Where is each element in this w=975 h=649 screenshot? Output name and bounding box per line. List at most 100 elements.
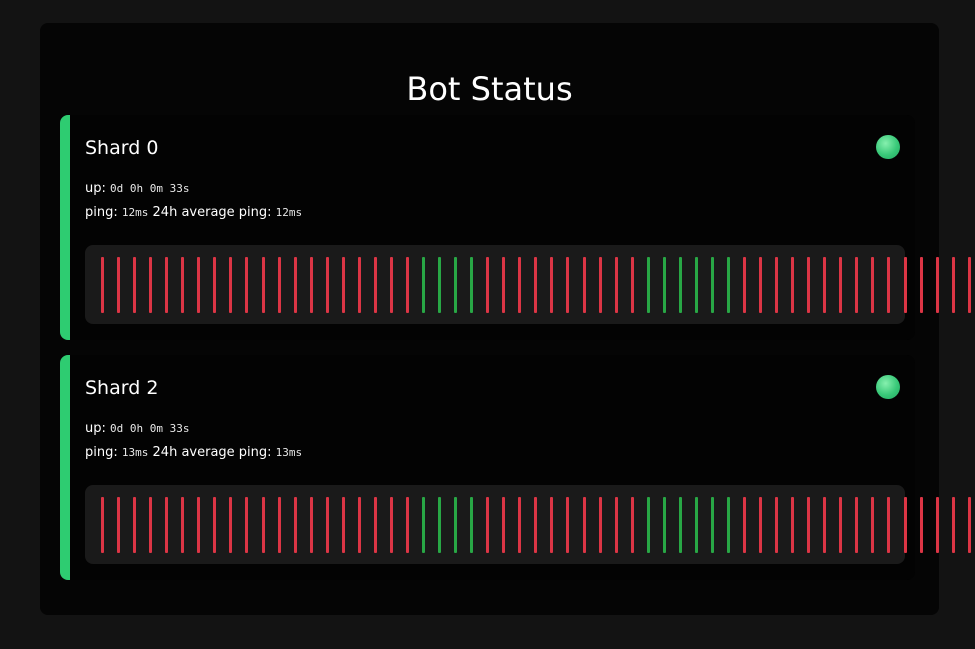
- history-bar-up: [438, 497, 442, 553]
- history-bar-down: [502, 497, 506, 553]
- ping-value: 12ms: [121, 206, 149, 219]
- shard-accent-bar: [60, 355, 70, 580]
- avg-ping-value: 12ms: [275, 206, 303, 219]
- history-bar-down: [357, 497, 361, 553]
- history-bar-down: [855, 257, 859, 313]
- history-bar-down: [759, 497, 763, 553]
- history-bar-down: [277, 497, 281, 553]
- history-bar-down: [582, 257, 586, 313]
- history-bar-down: [486, 497, 490, 553]
- history-bar-down: [839, 497, 843, 553]
- history-bar-down: [197, 497, 201, 553]
- history-bar-down: [405, 257, 409, 313]
- history-bar-down: [630, 257, 634, 313]
- avg-ping-label: 24h average ping:: [152, 445, 272, 460]
- history-bar-down: [229, 497, 233, 553]
- history-bar-down: [775, 497, 779, 553]
- history-bar-up: [694, 257, 698, 313]
- history-bar-down: [213, 497, 217, 553]
- history-bar-up: [470, 497, 474, 553]
- ping-line: ping: 12ms 24h average ping: 12ms: [85, 205, 302, 221]
- ping-value: 13ms: [121, 446, 149, 459]
- history-bar-down: [117, 497, 121, 553]
- history-bar-down: [261, 497, 265, 553]
- history-bar-down: [967, 257, 971, 313]
- uptime-label: up:: [85, 181, 106, 196]
- history-bar-up: [438, 257, 442, 313]
- history-bar-down: [245, 497, 249, 553]
- page-title: Bot Status: [406, 70, 573, 108]
- history-bar-down: [791, 257, 795, 313]
- history-bar-up: [646, 257, 650, 313]
- history-bar-down: [855, 497, 859, 553]
- history-bar-down: [133, 497, 137, 553]
- history-bar-down: [598, 497, 602, 553]
- history-bar-down: [502, 257, 506, 313]
- history-bar-down: [743, 257, 746, 313]
- history-bar-down: [887, 257, 891, 313]
- history-bar-down: [807, 257, 811, 313]
- history-bar-down: [518, 497, 522, 553]
- history-bar-down: [373, 497, 377, 553]
- history-bar-down: [389, 497, 393, 553]
- history-bar-down: [743, 497, 746, 553]
- ping-line: ping: 13ms 24h average ping: 13ms: [85, 445, 302, 461]
- history-bar-down: [341, 257, 345, 313]
- history-bar-down: [807, 497, 811, 553]
- history-bar-down: [935, 497, 939, 553]
- history-bar-down: [935, 257, 939, 313]
- history-bar-up: [422, 497, 425, 553]
- history-bar-up: [710, 257, 714, 313]
- history-bar-down: [373, 257, 377, 313]
- history-bar-down: [357, 257, 361, 313]
- history-bar-down: [566, 257, 570, 313]
- history-bar-down: [614, 257, 618, 313]
- shard-card: Shard 2 up: 0d 0h 0m 33s ping: 13ms 24h …: [60, 355, 971, 580]
- history-bar-down: [405, 497, 409, 553]
- history-bar-down: [903, 497, 907, 553]
- history-bar-up: [646, 497, 650, 553]
- history-bar-down: [325, 257, 329, 313]
- history-bar-down: [630, 497, 634, 553]
- history-bar-down: [181, 257, 185, 313]
- history-bar-down: [117, 257, 121, 313]
- history-bar-up: [678, 497, 682, 553]
- history-bar-up: [726, 257, 730, 313]
- uptime-history-bars: [85, 245, 971, 324]
- history-bar-down: [598, 257, 602, 313]
- history-bar-down: [550, 257, 554, 313]
- history-bar-down: [759, 257, 763, 313]
- history-bar-down: [967, 497, 971, 553]
- shard-title: Shard 0: [85, 137, 159, 159]
- history-bar-down: [261, 257, 265, 313]
- history-bar-down: [566, 497, 570, 553]
- history-bar-down: [197, 257, 201, 313]
- uptime-history-bars: [85, 485, 971, 564]
- history-bar-down: [951, 497, 955, 553]
- history-bar-down: [534, 257, 538, 313]
- history-bar-down: [582, 497, 586, 553]
- uptime-value: 0d 0h 0m 33s: [110, 182, 190, 195]
- uptime-line: up: 0d 0h 0m 33s: [85, 181, 190, 197]
- history-bar-down: [903, 257, 907, 313]
- history-bar-down: [277, 257, 281, 313]
- history-bar-down: [309, 257, 313, 313]
- history-bar-down: [101, 497, 104, 553]
- history-bar-down: [133, 257, 137, 313]
- history-bar-down: [325, 497, 329, 553]
- status-indicator-icon: [876, 135, 900, 159]
- shard-title: Shard 2: [85, 377, 159, 399]
- ping-label: ping:: [85, 445, 118, 460]
- history-bar-down: [389, 257, 393, 313]
- history-bar-down: [229, 257, 233, 313]
- history-bar-down: [887, 497, 891, 553]
- history-bar-down: [165, 257, 169, 313]
- history-bar-up: [694, 497, 698, 553]
- history-bar-down: [951, 257, 955, 313]
- history-bar-down: [550, 497, 554, 553]
- history-bar-up: [662, 497, 666, 553]
- history-bar-up: [662, 257, 666, 313]
- shard-card: Shard 0 up: 0d 0h 0m 33s ping: 12ms 24h …: [60, 115, 971, 340]
- history-bar-down: [871, 497, 875, 553]
- history-bar-down: [871, 257, 875, 313]
